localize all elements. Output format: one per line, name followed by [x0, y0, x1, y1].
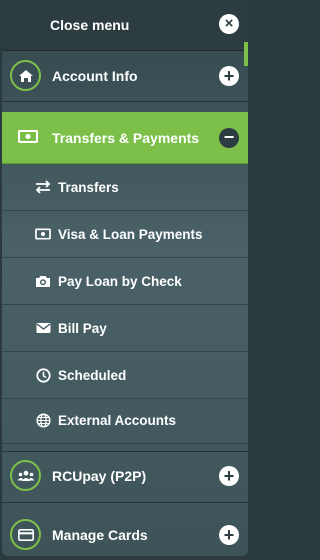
- card-icon: [10, 519, 41, 550]
- home-icon: [10, 60, 41, 91]
- globe-icon: [35, 412, 51, 428]
- close-menu-label: Close menu: [50, 17, 130, 33]
- expand-plus-icon[interactable]: +: [219, 66, 239, 86]
- menu-item-label: Manage Cards: [52, 527, 148, 543]
- submenu-item-visa-loan-payments[interactable]: Visa & Loan Payments: [2, 211, 248, 258]
- submenu-item-bill-pay[interactable]: Bill Pay: [2, 305, 248, 352]
- menu-item-account-info[interactable]: Account Info +: [2, 51, 248, 102]
- submenu-item-label: Visa & Loan Payments: [58, 227, 203, 242]
- expand-plus-icon[interactable]: +: [219, 466, 239, 486]
- submenu-item-label: Pay Loan by Check: [58, 274, 182, 289]
- menu-item-label: RCUpay (P2P): [52, 468, 147, 484]
- clock-icon: [35, 367, 51, 383]
- menu-item-label: Account Info: [52, 68, 138, 84]
- submenu-item-label: Transfers: [58, 180, 119, 195]
- menu-item-rcupay-p2p[interactable]: RCUpay (P2P) +: [2, 451, 248, 503]
- close-menu-bar[interactable]: Close menu ×: [2, 2, 248, 51]
- menu-item-label: Transfers & Payments: [52, 130, 200, 146]
- money-icon: [18, 130, 38, 148]
- submenu-item-pay-loan-by-check[interactable]: Pay Loan by Check: [2, 258, 248, 305]
- submenu-item-label: Scheduled: [58, 368, 127, 383]
- submenu-item-label: Bill Pay: [58, 321, 107, 336]
- submenu-item-external-accounts[interactable]: External Accounts: [2, 399, 248, 444]
- menu-item-transfers-payments[interactable]: Transfers & Payments −: [2, 112, 248, 164]
- expand-plus-icon[interactable]: +: [219, 525, 239, 545]
- submenu-item-transfers[interactable]: Transfers: [2, 164, 248, 211]
- menu-item-manage-cards[interactable]: Manage Cards +: [2, 513, 248, 556]
- side-menu: Close menu × Account Info + Transfers & …: [2, 2, 248, 556]
- submenu-item-label: External Accounts: [58, 413, 177, 428]
- money-icon: [35, 226, 51, 242]
- envelope-icon: [35, 320, 51, 336]
- submenu-item-scheduled[interactable]: Scheduled: [2, 352, 248, 399]
- close-icon[interactable]: ×: [219, 14, 239, 34]
- collapse-minus-icon[interactable]: −: [219, 128, 239, 148]
- arrows-icon: [35, 179, 51, 195]
- users-icon: [10, 460, 41, 491]
- camera-icon: [35, 273, 51, 289]
